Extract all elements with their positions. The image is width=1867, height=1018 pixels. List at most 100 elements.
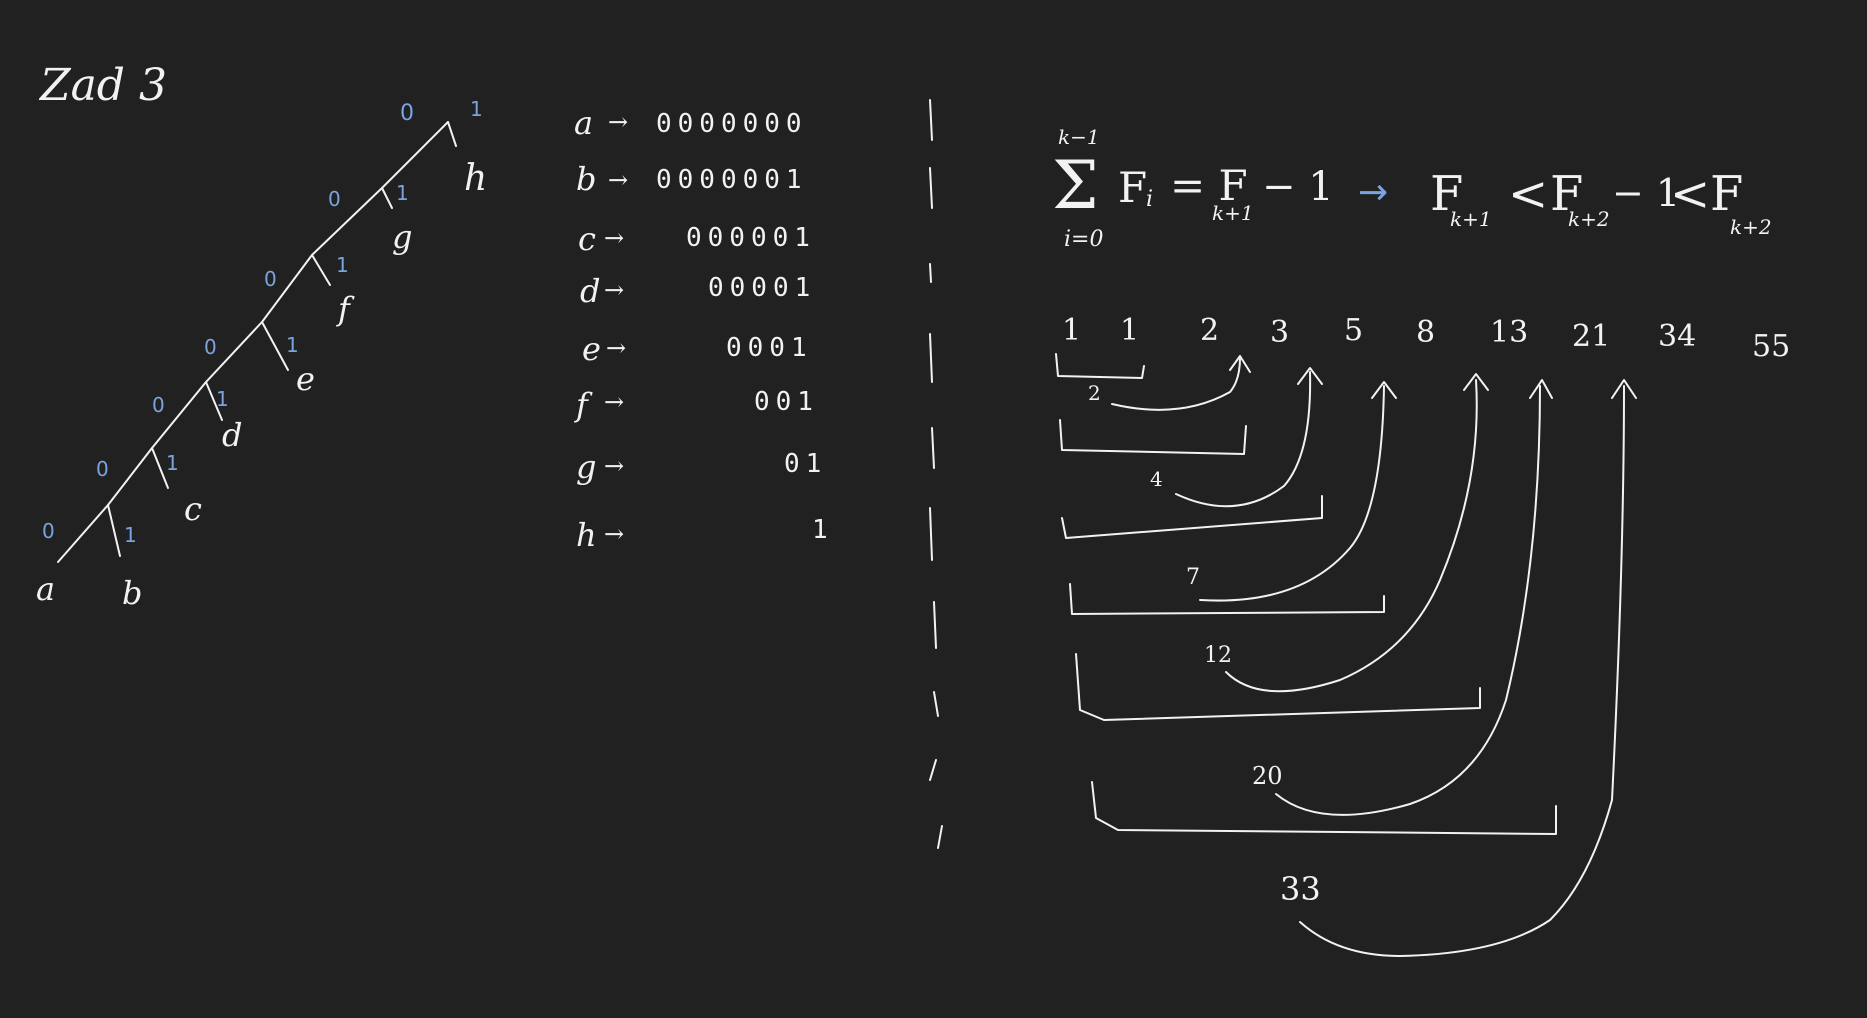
arrow-icon: → [604, 520, 624, 548]
edge-label-0: 0 [96, 457, 109, 481]
fib-number: 1 [1120, 313, 1139, 348]
edge-label-1: 1 [286, 333, 299, 357]
partial-sum: 2 [1088, 381, 1101, 405]
arrow-icon: → [604, 452, 624, 480]
code-letter: h [576, 516, 597, 554]
arrow-curve [1275, 385, 1541, 816]
code-value: 00001 [708, 273, 816, 303]
edge-label-1: 1 [124, 523, 137, 547]
less-than: < [1508, 166, 1548, 222]
partial-sum: 7 [1186, 565, 1200, 590]
code-row: g → 01 [576, 448, 827, 486]
fib-number: 5 [1344, 313, 1363, 348]
partial-sum: 33 [1280, 870, 1321, 908]
edge-label-1: 1 [396, 181, 409, 205]
formula-term: F [1118, 163, 1147, 212]
note-title: Zad 3 [38, 60, 167, 111]
bracket [1059, 419, 1247, 455]
code-value: 1 [812, 515, 834, 545]
bracket [1055, 353, 1145, 379]
fib-number: 8 [1416, 315, 1435, 350]
code-row: b → 0000001 [576, 160, 808, 198]
code-row: a → 0000000 [574, 104, 802, 142]
tree-leaf: d [222, 416, 242, 454]
arrow-icon: → [608, 166, 628, 194]
edge-label-0: 0 [204, 335, 217, 359]
code-letter: e [582, 330, 601, 368]
inequality-term: F [1710, 166, 1743, 222]
code-letter: a [574, 104, 593, 142]
edge-label-1: 1 [470, 97, 483, 121]
tree-leaf: a [36, 570, 55, 608]
code-letter: g [576, 448, 596, 486]
section-divider [929, 99, 943, 849]
code-row: d → 00001 [580, 272, 816, 310]
tree-leaf: e [296, 360, 315, 398]
less-than: < [1670, 166, 1710, 222]
formula-minus-one: − 1 [1262, 164, 1334, 210]
edge-label-1: 1 [166, 451, 179, 475]
tree-branch-f [311, 254, 331, 286]
code-letter: d [580, 272, 600, 310]
arrow-icon: → [604, 224, 624, 252]
code-row: c → 000001 [578, 220, 816, 258]
tree-branch-g [381, 187, 393, 209]
code-tree: 0 1 0 1 0 1 0 1 0 1 0 1 0 1 a b c d e f … [36, 97, 487, 612]
arrow-head-icon [1529, 379, 1553, 399]
arrow-icon: → [604, 276, 624, 304]
partial-sum: 4 [1150, 467, 1163, 491]
tree-leaf: b [122, 574, 142, 612]
inequality-sub: k+1 [1450, 207, 1492, 231]
tree-branch-e [261, 321, 289, 371]
edge-label-1: 1 [336, 253, 349, 277]
edge-label-0: 0 [328, 187, 341, 211]
partial-sum: 20 [1252, 762, 1283, 790]
arrow-curve [1299, 385, 1625, 957]
sum-symbol: Σ [1052, 147, 1099, 224]
implies-arrow-icon: → [1358, 172, 1388, 213]
bracket [1091, 781, 1557, 835]
tree-leaf: f [336, 290, 355, 328]
code-letter: f [574, 386, 593, 424]
edge-label-0: 0 [42, 519, 55, 543]
sum-brackets: 2 4 7 12 20 33 [1055, 353, 1637, 957]
formula-term-sub: i [1146, 187, 1153, 212]
code-value: 0000001 [656, 165, 808, 195]
fib-number: 3 [1270, 315, 1289, 350]
fibonacci-formula: k−1 Σ i=0 F i = F k+1 − 1 → F k+1 < F k+… [1052, 125, 1772, 252]
code-value: 001 [754, 387, 819, 417]
bracket [1075, 653, 1481, 721]
inequality-sub: k+2 [1568, 207, 1610, 231]
tree-leaf: h [464, 158, 487, 199]
fib-number: 34 [1658, 319, 1696, 354]
edge-label-0: 0 [264, 267, 277, 291]
fib-number: 2 [1200, 313, 1219, 348]
formula-equals-sub: k+1 [1212, 201, 1254, 225]
fib-number: 21 [1572, 319, 1610, 354]
fib-number: 1 [1062, 313, 1081, 348]
sum-upper-limit: k−1 [1058, 125, 1100, 149]
arrow-icon: → [608, 108, 628, 136]
arrow-curve [1111, 357, 1241, 411]
code-value: 0001 [726, 333, 813, 363]
code-value: 000001 [686, 223, 816, 253]
arrow-icon: → [604, 388, 624, 416]
arrow-curve [1225, 379, 1478, 693]
edge-label-0: 0 [152, 393, 165, 417]
arrow-curve [1175, 371, 1312, 508]
arrow-curve [1199, 385, 1385, 602]
bracket [1069, 583, 1385, 615]
fibonacci-sequence: 1 1 2 3 5 8 13 21 34 55 [1062, 313, 1790, 364]
tree-branch-h [447, 121, 457, 147]
fib-number: 55 [1752, 329, 1790, 364]
partial-sum: 12 [1204, 643, 1232, 668]
code-row: e → 0001 [582, 330, 813, 368]
inequality-sub: k+2 [1730, 215, 1772, 239]
code-row: h → 1 [576, 515, 834, 554]
fib-number: 13 [1490, 315, 1528, 350]
edge-label-0: 0 [400, 101, 414, 126]
bracket [1061, 495, 1323, 539]
code-table: a → 0000000 b → 0000001 c → 000001 d → 0… [574, 104, 834, 554]
code-value: 01 [784, 449, 827, 479]
code-letter: c [578, 220, 596, 258]
